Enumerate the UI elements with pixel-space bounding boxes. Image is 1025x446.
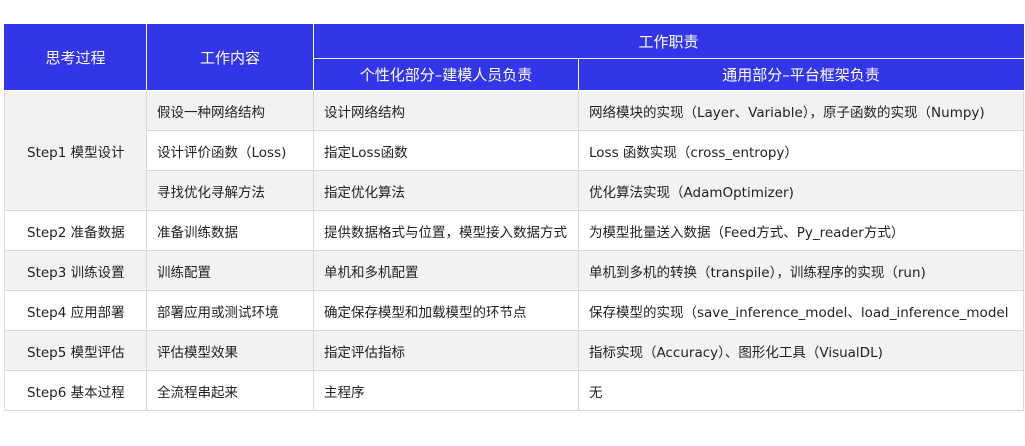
table-row: Step1 模型设计 假设一种网络结构 设计网络结构 网络模块的实现（Layer… (4, 90, 1025, 211)
header-work-responsibility: 工作职责 (312, 24, 1025, 59)
table-row: 设计评价函数（Loss) 指定Loss函数 Loss 函数实现（cross_en… (5, 130, 1025, 171)
personalized-cell: 设计网络结构 (313, 90, 579, 131)
table-row: Step6 基本过程 全流程串起来 主程序 无 (4, 370, 1025, 411)
common-cell: 指标实现（Accuracy）、图形化工具（VisualDL) (577, 330, 1025, 371)
table-row: Step5 模型评估 评估模型效果 指定评估指标 指标实现（Accuracy）、… (4, 330, 1025, 371)
common-cell: 为模型批量送入数据（Feed方式、Py_reader方式） (577, 210, 1025, 251)
personalized-cell: 指定评估指标 (313, 330, 579, 371)
table-row: Step3 训练设置 训练配置 单机和多机配置 单机到多机的转换（transpi… (4, 250, 1025, 291)
phase-cell: Step2 准备数据 (4, 210, 147, 251)
content-cell: 评估模型效果 (146, 330, 314, 371)
personalized-cell: 确定保存模型和加载模型的环节点 (313, 290, 579, 331)
content-cell: 训练配置 (146, 250, 314, 291)
header-work-content: 工作内容 (146, 24, 314, 91)
common-cell: 无 (577, 370, 1025, 411)
responsibility-table-container: 思考过程 工作内容 工作职责 个性化部分–建模人员负责 通用部分–平台框架负责 … (4, 24, 1025, 411)
table-row: Step4 应用部署 部署应用或测试环境 确定保存模型和加载模型的环节点 保存模… (4, 290, 1025, 331)
content-cell: 全流程串起来 (146, 370, 314, 411)
content-cell: 准备训练数据 (146, 210, 314, 251)
phase-cell: Step5 模型评估 (4, 330, 147, 371)
content-cell: 假设一种网络结构 (146, 90, 314, 131)
personalized-cell: 单机和多机配置 (313, 250, 579, 291)
header-thinking-process: 思考过程 (4, 24, 147, 91)
common-cell: 单机到多机的转换（transpile），训练程序的实现（run) (577, 250, 1025, 291)
personalized-cell: 指定优化算法 (313, 170, 579, 211)
personalized-cell: 提供数据格式与位置，模型接入数据方式 (313, 210, 579, 251)
common-cell: 保存模型的实现（save_inference_model、load_infere… (577, 290, 1025, 331)
phase-cell: Step4 应用部署 (4, 290, 147, 331)
common-cell: 网络模块的实现（Layer、Variable），原子函数的实现（Numpy) (577, 90, 1025, 131)
table-row: 寻找优化寻解方法 指定优化算法 优化算法实现（AdamOptimizer) (5, 170, 1025, 211)
content-cell: 设计评价函数（Loss) (146, 130, 314, 171)
table-row: Step2 准备数据 准备训练数据 提供数据格式与位置，模型接入数据方式 为模型… (4, 210, 1025, 251)
header-common-part: 通用部分–平台框架负责 (577, 58, 1025, 91)
personalized-cell: 主程序 (313, 370, 579, 411)
phase-cell: Step1 模型设计 (4, 90, 147, 211)
common-cell: 优化算法实现（AdamOptimizer) (577, 170, 1025, 211)
content-cell: 寻找优化寻解方法 (146, 170, 314, 211)
personalized-cell: 指定Loss函数 (313, 130, 579, 171)
phase-cell: Step6 基本过程 (4, 370, 147, 411)
phase-cell: Step3 训练设置 (4, 250, 147, 291)
common-cell: Loss 函数实现（cross_entropy） (577, 130, 1025, 171)
responsibility-table: 思考过程 工作内容 工作职责 个性化部分–建模人员负责 通用部分–平台框架负责 … (4, 24, 1025, 411)
content-cell: 部署应用或测试环境 (146, 290, 314, 331)
header-personalized-part: 个性化部分–建模人员负责 (313, 58, 579, 91)
